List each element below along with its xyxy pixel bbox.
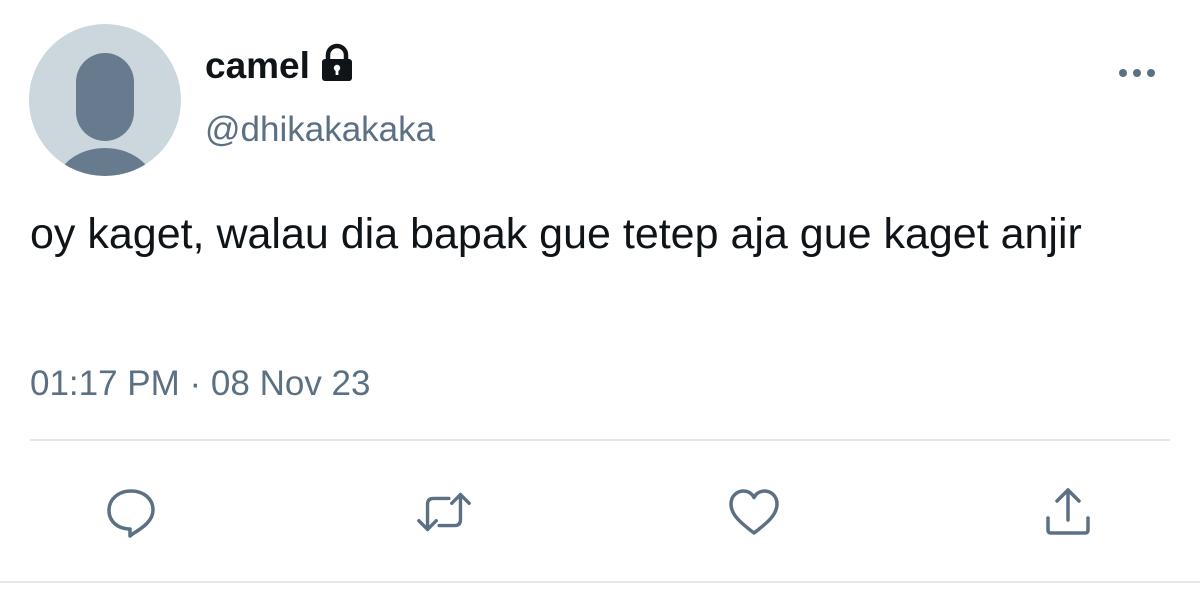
tweet-card: camel @dhikakakaka oy kaget, walau dia b…	[0, 0, 1200, 600]
default-profile-silhouette-icon	[57, 53, 153, 176]
share-upload-icon	[1046, 488, 1090, 535]
avatar[interactable]	[29, 24, 181, 176]
reply-button[interactable]	[101, 482, 161, 542]
tweet-timestamp[interactable]: 01:17 PM · 08 Nov 23	[30, 362, 370, 406]
heart-icon	[729, 489, 779, 535]
tweet-text: oy kaget, walau dia bapak gue tetep aja …	[30, 210, 1082, 258]
comment-bubble-icon	[107, 489, 155, 538]
divider	[30, 439, 1170, 441]
more-dots-icon[interactable]	[1112, 58, 1162, 88]
display-name-row[interactable]: camel	[205, 43, 356, 88]
share-button[interactable]	[1038, 482, 1098, 542]
meta-separator: ·	[179, 364, 211, 403]
user-handle[interactable]: @dhikakakaka	[205, 108, 435, 152]
like-button[interactable]	[724, 482, 784, 542]
lock-icon	[318, 43, 356, 83]
tweet-time[interactable]: 01:17 PM	[30, 364, 180, 403]
retweet-arrows-icon	[417, 492, 471, 532]
display-name[interactable]: camel	[205, 44, 310, 88]
tweet-date[interactable]: 08 Nov 23	[211, 364, 371, 403]
retweet-button[interactable]	[414, 482, 474, 542]
bottom-border	[0, 581, 1200, 583]
